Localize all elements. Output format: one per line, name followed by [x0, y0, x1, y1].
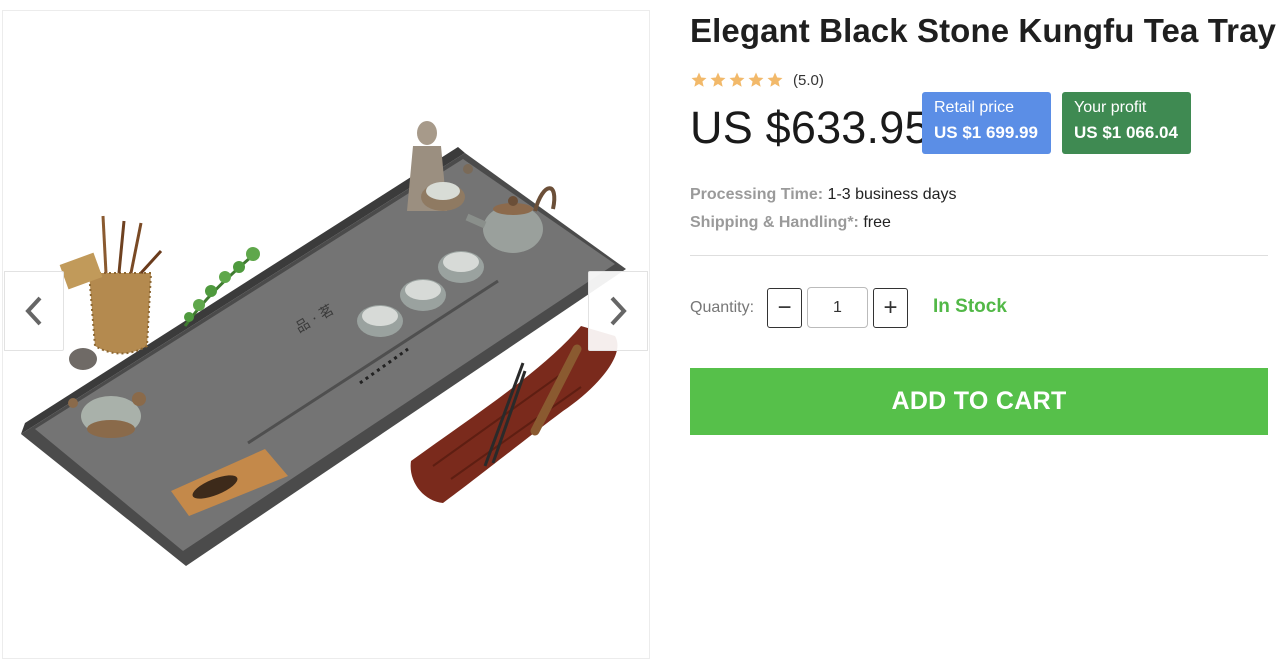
shipping-value: free [863, 214, 891, 231]
add-to-cart-button[interactable]: ADD TO CART [690, 368, 1268, 435]
rating-value: (5.0) [793, 71, 824, 89]
shipping-handling: Shipping & Handling*: free [690, 214, 891, 232]
product-gallery: 品 · 茗 [2, 10, 650, 659]
quantity-decrease-button[interactable]: − [767, 288, 802, 328]
star-icon [767, 72, 783, 87]
profit-badge: Your profit US $1 066.04 [1062, 92, 1191, 154]
processing-time-value: 1-3 business days [827, 186, 957, 203]
retail-price-badge: Retail price US $1 699.99 [922, 92, 1051, 154]
processing-time-label: Processing Time: [690, 186, 824, 203]
rating-stars [690, 71, 784, 89]
quantity-input[interactable] [807, 287, 868, 328]
quantity-increase-button[interactable]: + [873, 288, 908, 328]
chevron-left-icon [25, 296, 42, 326]
chevron-right-icon [610, 296, 627, 326]
processing-time: Processing Time: 1-3 business days [690, 186, 957, 204]
gallery-prev-button[interactable] [4, 271, 64, 351]
star-icon [748, 72, 764, 87]
retail-price-label: Retail price [934, 99, 1015, 116]
profit-value: US $1 066.04 [1074, 123, 1178, 142]
product-image: 品 · 茗 [21, 121, 626, 566]
profit-label: Your profit [1074, 99, 1147, 116]
star-icon [710, 72, 726, 87]
stock-status: In Stock [933, 296, 1007, 317]
retail-price-value: US $1 699.99 [934, 123, 1038, 142]
product-rating[interactable]: (5.0) [690, 71, 824, 89]
shipping-label: Shipping & Handling*: [690, 214, 859, 231]
star-icon [691, 72, 707, 87]
star-icon [729, 72, 745, 87]
divider [690, 255, 1268, 256]
product-price: US $633.95 [690, 102, 930, 153]
gallery-next-button[interactable] [588, 271, 648, 351]
product-title: Elegant Black Stone Kungfu Tea Tray [690, 12, 1277, 49]
quantity-label: Quantity: [690, 299, 755, 316]
